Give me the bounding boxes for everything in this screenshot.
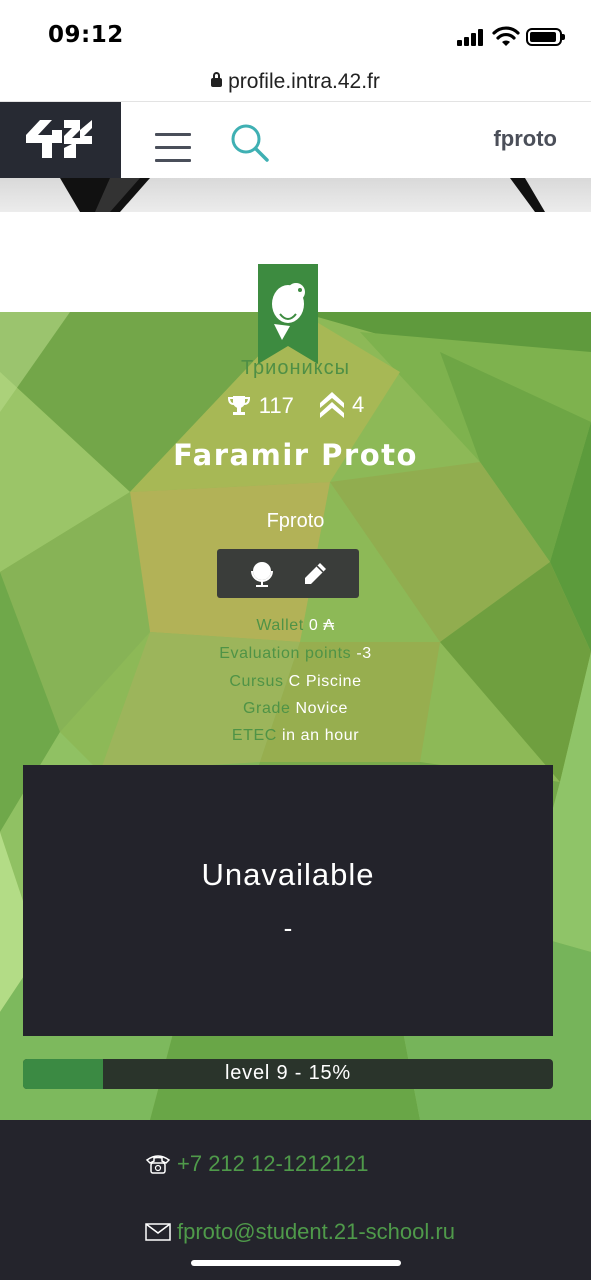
info-key: ETEC bbox=[231, 727, 277, 744]
info-key: Evaluation points bbox=[219, 645, 352, 662]
trophies-stat: 117 bbox=[227, 393, 294, 419]
info-etec: ETEC in an hour bbox=[0, 727, 591, 745]
chevrons-value: 4 bbox=[351, 392, 365, 417]
info-value: Novice bbox=[295, 700, 349, 717]
info-key: Cursus bbox=[229, 673, 284, 690]
chevrons-up-icon bbox=[319, 392, 344, 418]
home-indicator[interactable] bbox=[191, 1260, 401, 1266]
cover-image bbox=[0, 178, 591, 212]
full-name: Faramir Proto bbox=[173, 438, 418, 472]
info-value: 0 ₳ bbox=[308, 617, 335, 634]
logo-42-icon bbox=[26, 120, 92, 158]
info-value: -3 bbox=[356, 645, 372, 662]
level-label: level 9 - 15% bbox=[224, 1062, 351, 1084]
wifi-icon bbox=[492, 26, 520, 46]
info-key: Wallet bbox=[256, 617, 304, 634]
url-text: profile.intra.42.fr bbox=[228, 70, 380, 93]
status-bar: 09:12 bbox=[0, 0, 591, 68]
globe-icon bbox=[250, 561, 273, 587]
app-header: fproto bbox=[0, 102, 591, 178]
globe-button[interactable] bbox=[247, 559, 277, 589]
battery-icon bbox=[526, 28, 565, 46]
coalition-name[interactable]: Триониксы bbox=[0, 357, 591, 380]
phone-number[interactable]: +7 212 12-1212121 bbox=[177, 1151, 368, 1177]
cellular-signal-icon bbox=[457, 28, 485, 46]
email-address[interactable]: fproto@student.21-school.ru bbox=[177, 1219, 455, 1245]
location-host: - bbox=[283, 913, 293, 943]
profile-stats: 117 4 bbox=[0, 392, 591, 424]
menu-icon[interactable] bbox=[155, 133, 191, 163]
envelope-icon bbox=[145, 1223, 171, 1241]
info-cursus: Cursus C Piscine bbox=[0, 673, 591, 691]
email-contact[interactable]: fproto@student.21-school.ru bbox=[145, 1219, 455, 1245]
chevrons-stat: 4 bbox=[319, 392, 365, 418]
lock-icon bbox=[211, 72, 223, 87]
location-panel: Unavailable - bbox=[23, 765, 553, 1036]
coalition-banner-icon[interactable] bbox=[258, 264, 318, 364]
trophy-icon bbox=[227, 396, 250, 415]
info-wallet: Wallet 0 ₳ bbox=[0, 617, 591, 635]
logo-42[interactable] bbox=[0, 102, 121, 178]
contact-footer bbox=[0, 1120, 591, 1280]
info-evaluation-points: Evaluation points -3 bbox=[0, 645, 591, 663]
profile-actions bbox=[217, 549, 359, 598]
login-name: Fproto bbox=[266, 510, 325, 532]
info-value[interactable]: C Piscine bbox=[289, 673, 362, 690]
edit-button[interactable] bbox=[300, 559, 330, 589]
info-value: in an hour bbox=[281, 727, 360, 744]
info-key: Grade bbox=[242, 700, 291, 717]
status-time: 09:12 bbox=[48, 22, 124, 48]
info-grade: Grade Novice bbox=[0, 700, 591, 718]
level-progress-bar: level 9 - 15% bbox=[23, 1059, 553, 1089]
location-status: Unavailable bbox=[201, 857, 375, 892]
header-username[interactable]: fproto bbox=[493, 126, 557, 152]
search-icon[interactable] bbox=[230, 123, 270, 163]
trophies-value: 117 bbox=[258, 393, 294, 418]
browser-url-bar[interactable]: profile.intra.42.fr bbox=[0, 68, 591, 102]
pencil-icon bbox=[304, 562, 326, 584]
phone-contact[interactable]: +7 212 12-1212121 bbox=[145, 1151, 368, 1177]
phone-icon bbox=[145, 1155, 171, 1174]
